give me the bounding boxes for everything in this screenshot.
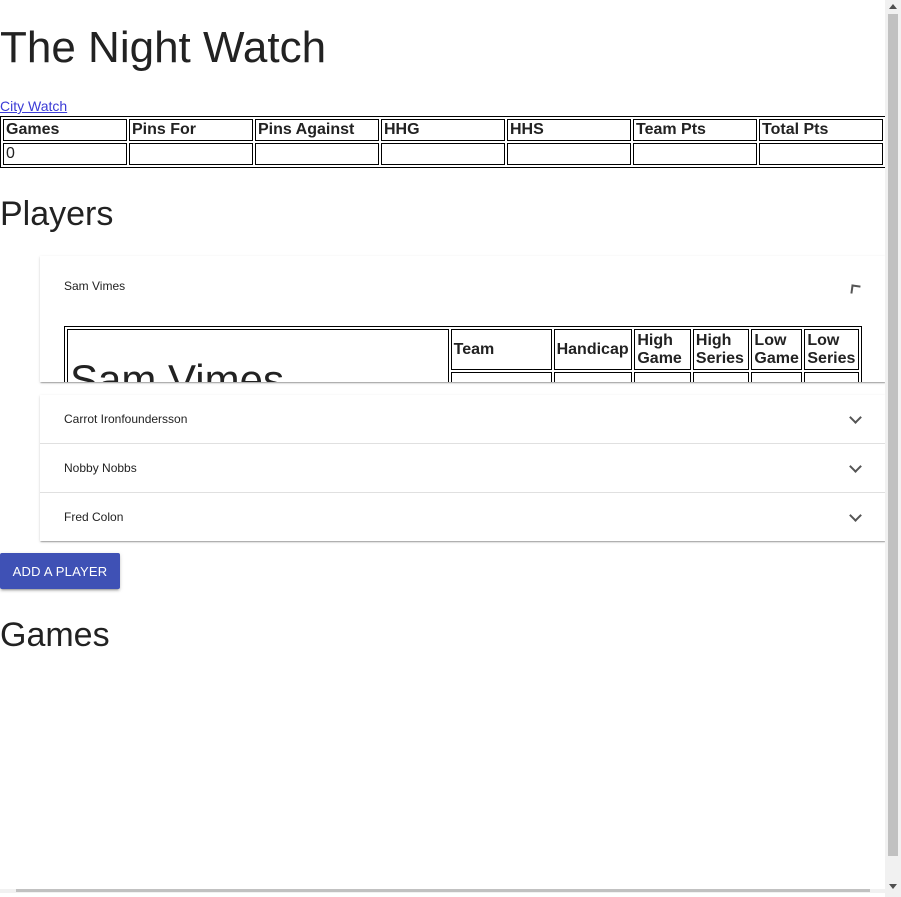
player-name: Nobby Nobbs — [64, 461, 137, 475]
table-cell — [450, 372, 552, 382]
chevron-down-icon[interactable] — [848, 461, 862, 475]
column-header: Pins Against — [255, 119, 379, 141]
scroll-down-arrow-icon[interactable] — [889, 884, 897, 889]
horizontal-scrollbar[interactable] — [0, 889, 885, 893]
table-cell — [634, 372, 691, 382]
column-header: High Game — [634, 329, 691, 370]
chevron-down-icon[interactable] — [848, 510, 862, 524]
table-cell: 0 — [3, 143, 127, 165]
players-heading: Players — [0, 195, 114, 233]
player-panel-group: Carrot Ironfoundersson Nobby Nobbs Fred … — [40, 395, 885, 541]
player-panel-header[interactable]: Sam Vimes — [40, 256, 885, 316]
player-name: Carrot Ironfoundersson — [64, 412, 188, 426]
chevron-down-icon[interactable] — [848, 412, 862, 426]
add-player-button[interactable]: ADD A PLAYER — [0, 553, 120, 589]
table-cell — [553, 372, 633, 382]
column-header: Low Game — [751, 329, 803, 370]
players-accordion-collapsed: Carrot Ironfoundersson Nobby Nobbs Fred … — [40, 395, 885, 541]
table-cell — [759, 143, 883, 165]
table-cell — [692, 372, 750, 382]
column-header: HHG — [381, 119, 505, 141]
column-header: Handicap — [553, 329, 633, 370]
table-cell — [633, 143, 757, 165]
player-name: Sam Vimes — [64, 279, 126, 293]
games-heading: Games — [0, 616, 110, 654]
team-stats-table: Games Pins For Pins Against HHG HHS Team… — [0, 116, 885, 168]
team-link[interactable]: City Watch — [0, 98, 67, 114]
player-panel-header[interactable]: Fred Colon — [40, 492, 885, 541]
player-panel-header[interactable]: Carrot Ironfoundersson — [40, 395, 885, 443]
table-cell — [381, 143, 505, 165]
player-panel-header[interactable]: Nobby Nobbs — [40, 443, 885, 492]
column-header: Pins For — [129, 119, 253, 141]
table-cell — [507, 143, 631, 165]
table-cell — [255, 143, 379, 165]
column-header: Total Pts — [759, 119, 883, 141]
player-detail-table: Sam Vimes Team Handicap High Game High S… — [64, 326, 862, 382]
vertical-scrollbar-thumb[interactable] — [888, 14, 898, 856]
column-header: HHS — [507, 119, 631, 141]
column-header: High Series — [692, 329, 750, 370]
player-panel-expanded: Sam Vimes Sam Vimes Team Handicap High G… — [40, 256, 885, 382]
table-cell — [751, 372, 803, 382]
player-detail-name: Sam Vimes — [67, 329, 449, 382]
table-header-row: Sam Vimes Team Handicap High Game High S… — [67, 329, 859, 382]
table-header-row: Games Pins For Pins Against HHG HHS Team… — [3, 119, 883, 141]
page-title: The Night Watch — [0, 23, 327, 72]
table-cell — [129, 143, 253, 165]
horizontal-scrollbar-thumb[interactable] — [16, 889, 870, 892]
table-row: 0 — [3, 143, 883, 165]
chevron-up-icon[interactable] — [848, 282, 862, 296]
page: The Night Watch City Watch Games Pins Fo… — [0, 0, 885, 893]
vertical-scrollbar[interactable] — [885, 0, 901, 897]
player-name: Fred Colon — [64, 510, 124, 524]
column-header: Games — [3, 119, 127, 141]
table-cell — [804, 372, 859, 382]
scroll-up-arrow-icon[interactable] — [889, 4, 897, 9]
column-header: Team — [450, 329, 552, 370]
players-accordion: Sam Vimes Sam Vimes Team Handicap High G… — [40, 256, 885, 382]
column-header: Team Pts — [633, 119, 757, 141]
column-header: Low Series — [804, 329, 859, 370]
